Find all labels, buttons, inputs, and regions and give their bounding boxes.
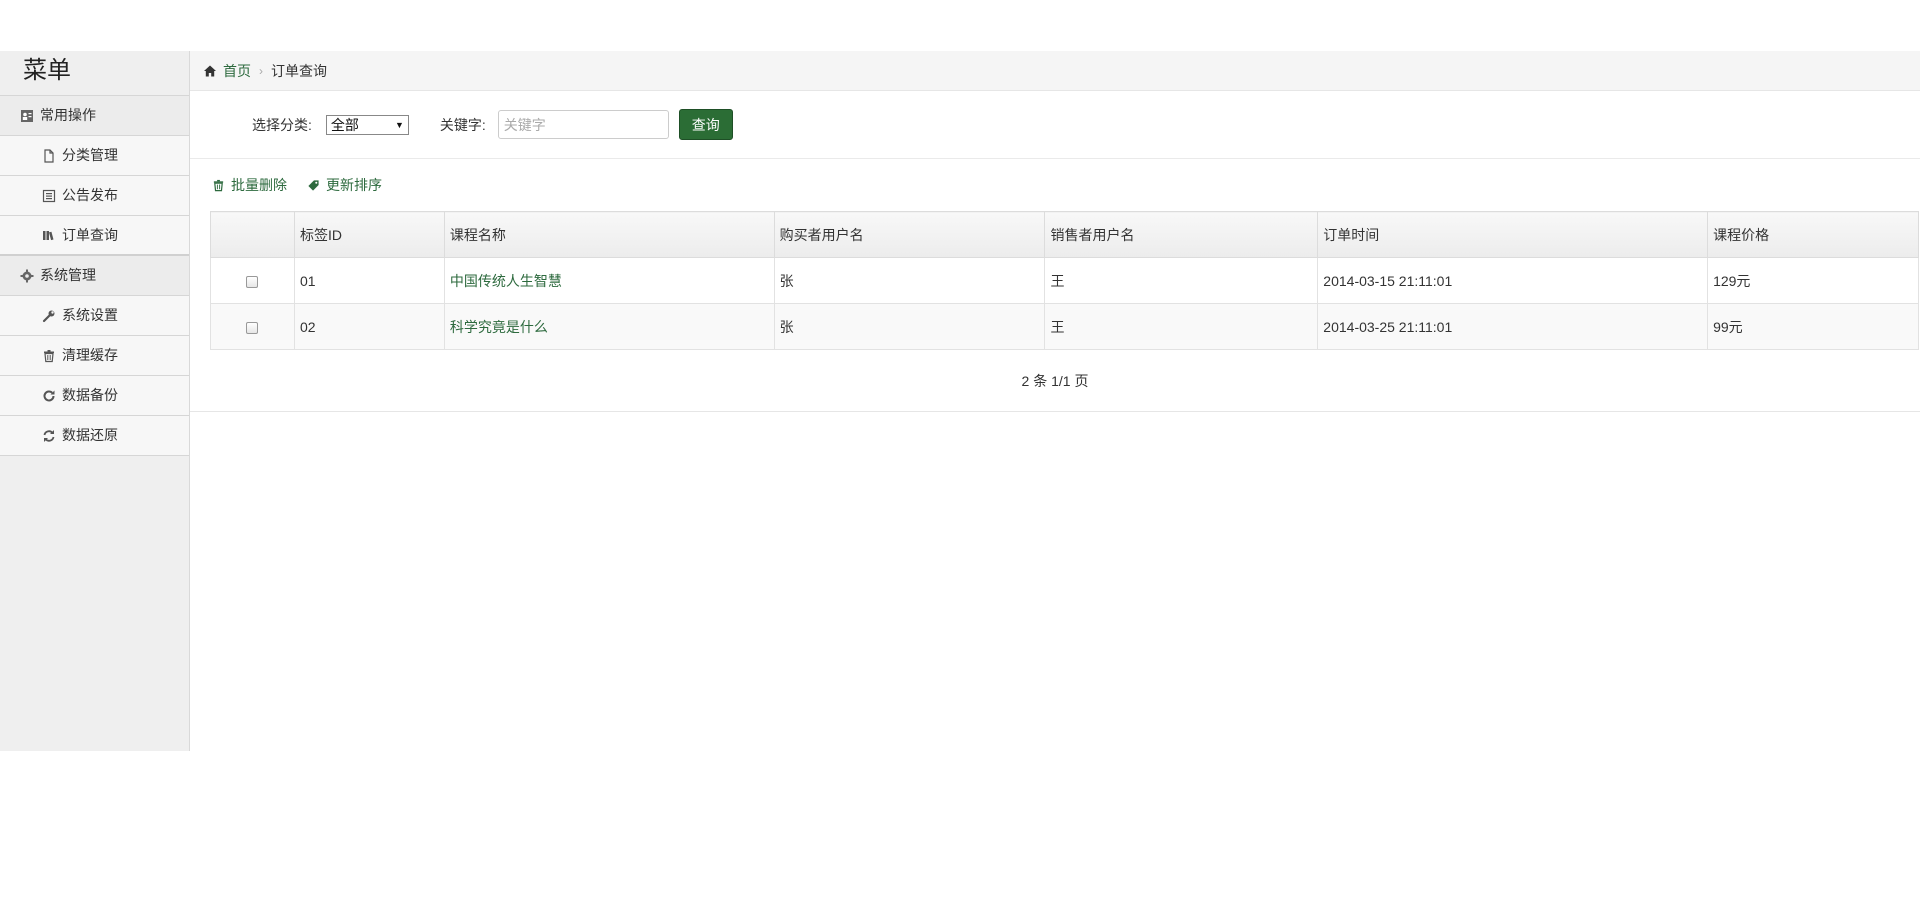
keyword-label: 关键字:	[439, 116, 486, 133]
table-row: 02 科学究竟是什么 张 王 2014-03-25 21:11:01 99元	[210, 303, 1919, 350]
sidebar-item-label: 订单查询	[62, 226, 118, 243]
sidebar-item-label: 数据备份	[62, 387, 118, 403]
main-content: 首页 › 订单查询 选择分类: 全部 ▼ 关键字: 查询 批量删除	[190, 51, 1920, 751]
cell-buyer: 张	[773, 303, 1046, 350]
home-icon	[202, 63, 218, 79]
column-header-time: 订单时间	[1317, 211, 1709, 258]
file-icon	[41, 148, 57, 164]
column-header-seller: 销售者用户名	[1044, 211, 1319, 258]
breadcrumb: 首页 › 订单查询	[190, 51, 1920, 91]
sidebar-group-label: 系统管理	[40, 267, 96, 283]
breadcrumb-separator: ›	[259, 63, 263, 78]
sidebar-item-backup[interactable]: 数据备份	[0, 376, 189, 416]
trash-icon	[210, 177, 226, 193]
chevron-down-icon: ▼	[394, 119, 404, 130]
pagination-info: 2 条 1/1 页	[190, 350, 1920, 412]
row-select-cell	[210, 257, 295, 304]
sidebar-item-orders[interactable]: 订单查询	[0, 216, 189, 256]
sidebar-item-label: 分类管理	[62, 147, 118, 163]
action-bar: 批量删除 更新排序	[190, 159, 1920, 211]
category-select-value: 全部	[330, 116, 359, 133]
refresh-icon	[41, 388, 57, 404]
row-checkbox[interactable]	[246, 275, 259, 288]
sidebar-item-settings[interactable]: 系统设置	[0, 296, 189, 336]
app-root: 菜单 常用操作 分类管理 公告发布 订单查询 系统管理 系统设置 清理缓存 数据…	[0, 51, 1920, 751]
update-sort-button[interactable]: 更新排序	[305, 175, 382, 195]
cell-buyer: 张	[773, 257, 1046, 304]
column-header-select	[210, 211, 295, 258]
sidebar-item-label: 公告发布	[62, 187, 118, 203]
sidebar-item-clear-cache[interactable]: 清理缓存	[0, 336, 189, 376]
cell-id: 01	[293, 257, 445, 304]
breadcrumb-current: 订单查询	[271, 62, 327, 79]
row-checkbox[interactable]	[246, 321, 259, 334]
sidebar: 菜单 常用操作 分类管理 公告发布 订单查询 系统管理 系统设置 清理缓存 数据…	[0, 51, 190, 751]
course-link[interactable]: 科学究竟是什么	[450, 319, 548, 335]
sidebar-item-category[interactable]: 分类管理	[0, 136, 189, 176]
cell-seller: 王	[1044, 257, 1319, 304]
sidebar-group-common[interactable]: 常用操作	[0, 96, 189, 136]
sidebar-item-label: 系统设置	[62, 307, 118, 323]
category-select[interactable]: 全部 ▼	[325, 114, 409, 135]
breadcrumb-home-link[interactable]: 首页	[202, 61, 251, 81]
cell-seller: 王	[1044, 303, 1319, 350]
sidebar-item-label: 数据还原	[62, 427, 118, 443]
gear-icon	[19, 268, 35, 284]
sidebar-group-system[interactable]: 系统管理	[0, 256, 189, 296]
orders-table: 标签ID 课程名称 购买者用户名 销售者用户名 订单时间 课程价格 01 中国传…	[210, 211, 1919, 350]
table-row: 01 中国传统人生智慧 张 王 2014-03-15 21:11:01 129元	[210, 257, 1919, 304]
tag-icon	[305, 177, 321, 193]
cell-id: 02	[293, 303, 445, 350]
sidebar-item-restore[interactable]: 数据还原	[0, 416, 189, 456]
cell-time: 2014-03-15 21:11:01	[1317, 257, 1709, 304]
update-sort-label: 更新排序	[326, 177, 382, 193]
sync-icon	[41, 428, 57, 444]
sidebar-group-label: 常用操作	[40, 107, 96, 123]
sidebar-item-label: 清理缓存	[62, 347, 118, 363]
column-header-course: 课程名称	[443, 211, 775, 258]
column-header-id: 标签ID	[293, 211, 445, 258]
breadcrumb-home-label: 首页	[223, 62, 251, 79]
column-header-price: 课程价格	[1707, 211, 1919, 258]
cell-price: 129元	[1707, 257, 1919, 304]
row-select-cell	[210, 303, 295, 350]
sidebar-item-announcement[interactable]: 公告发布	[0, 176, 189, 216]
user-card-icon	[19, 108, 35, 124]
books-icon	[41, 227, 57, 243]
trash-icon	[41, 348, 57, 364]
course-link[interactable]: 中国传统人生智慧	[450, 273, 562, 289]
column-header-buyer: 购买者用户名	[773, 211, 1046, 258]
batch-delete-button[interactable]: 批量删除	[210, 175, 287, 195]
cell-course: 中国传统人生智慧	[443, 257, 775, 304]
query-button[interactable]: 查询	[678, 109, 733, 140]
table-header-row: 标签ID 课程名称 购买者用户名 销售者用户名 订单时间 课程价格	[210, 211, 1919, 258]
list-box-icon	[41, 188, 57, 204]
batch-delete-label: 批量删除	[231, 177, 287, 193]
sidebar-title: 菜单	[0, 51, 189, 96]
wrench-icon	[41, 308, 57, 324]
category-label: 选择分类:	[252, 116, 312, 133]
filter-bar: 选择分类: 全部 ▼ 关键字: 查询	[190, 91, 1920, 159]
cell-time: 2014-03-25 21:11:01	[1317, 303, 1709, 350]
cell-price: 99元	[1707, 303, 1919, 350]
keyword-input[interactable]	[497, 110, 669, 139]
cell-course: 科学究竟是什么	[443, 303, 775, 350]
